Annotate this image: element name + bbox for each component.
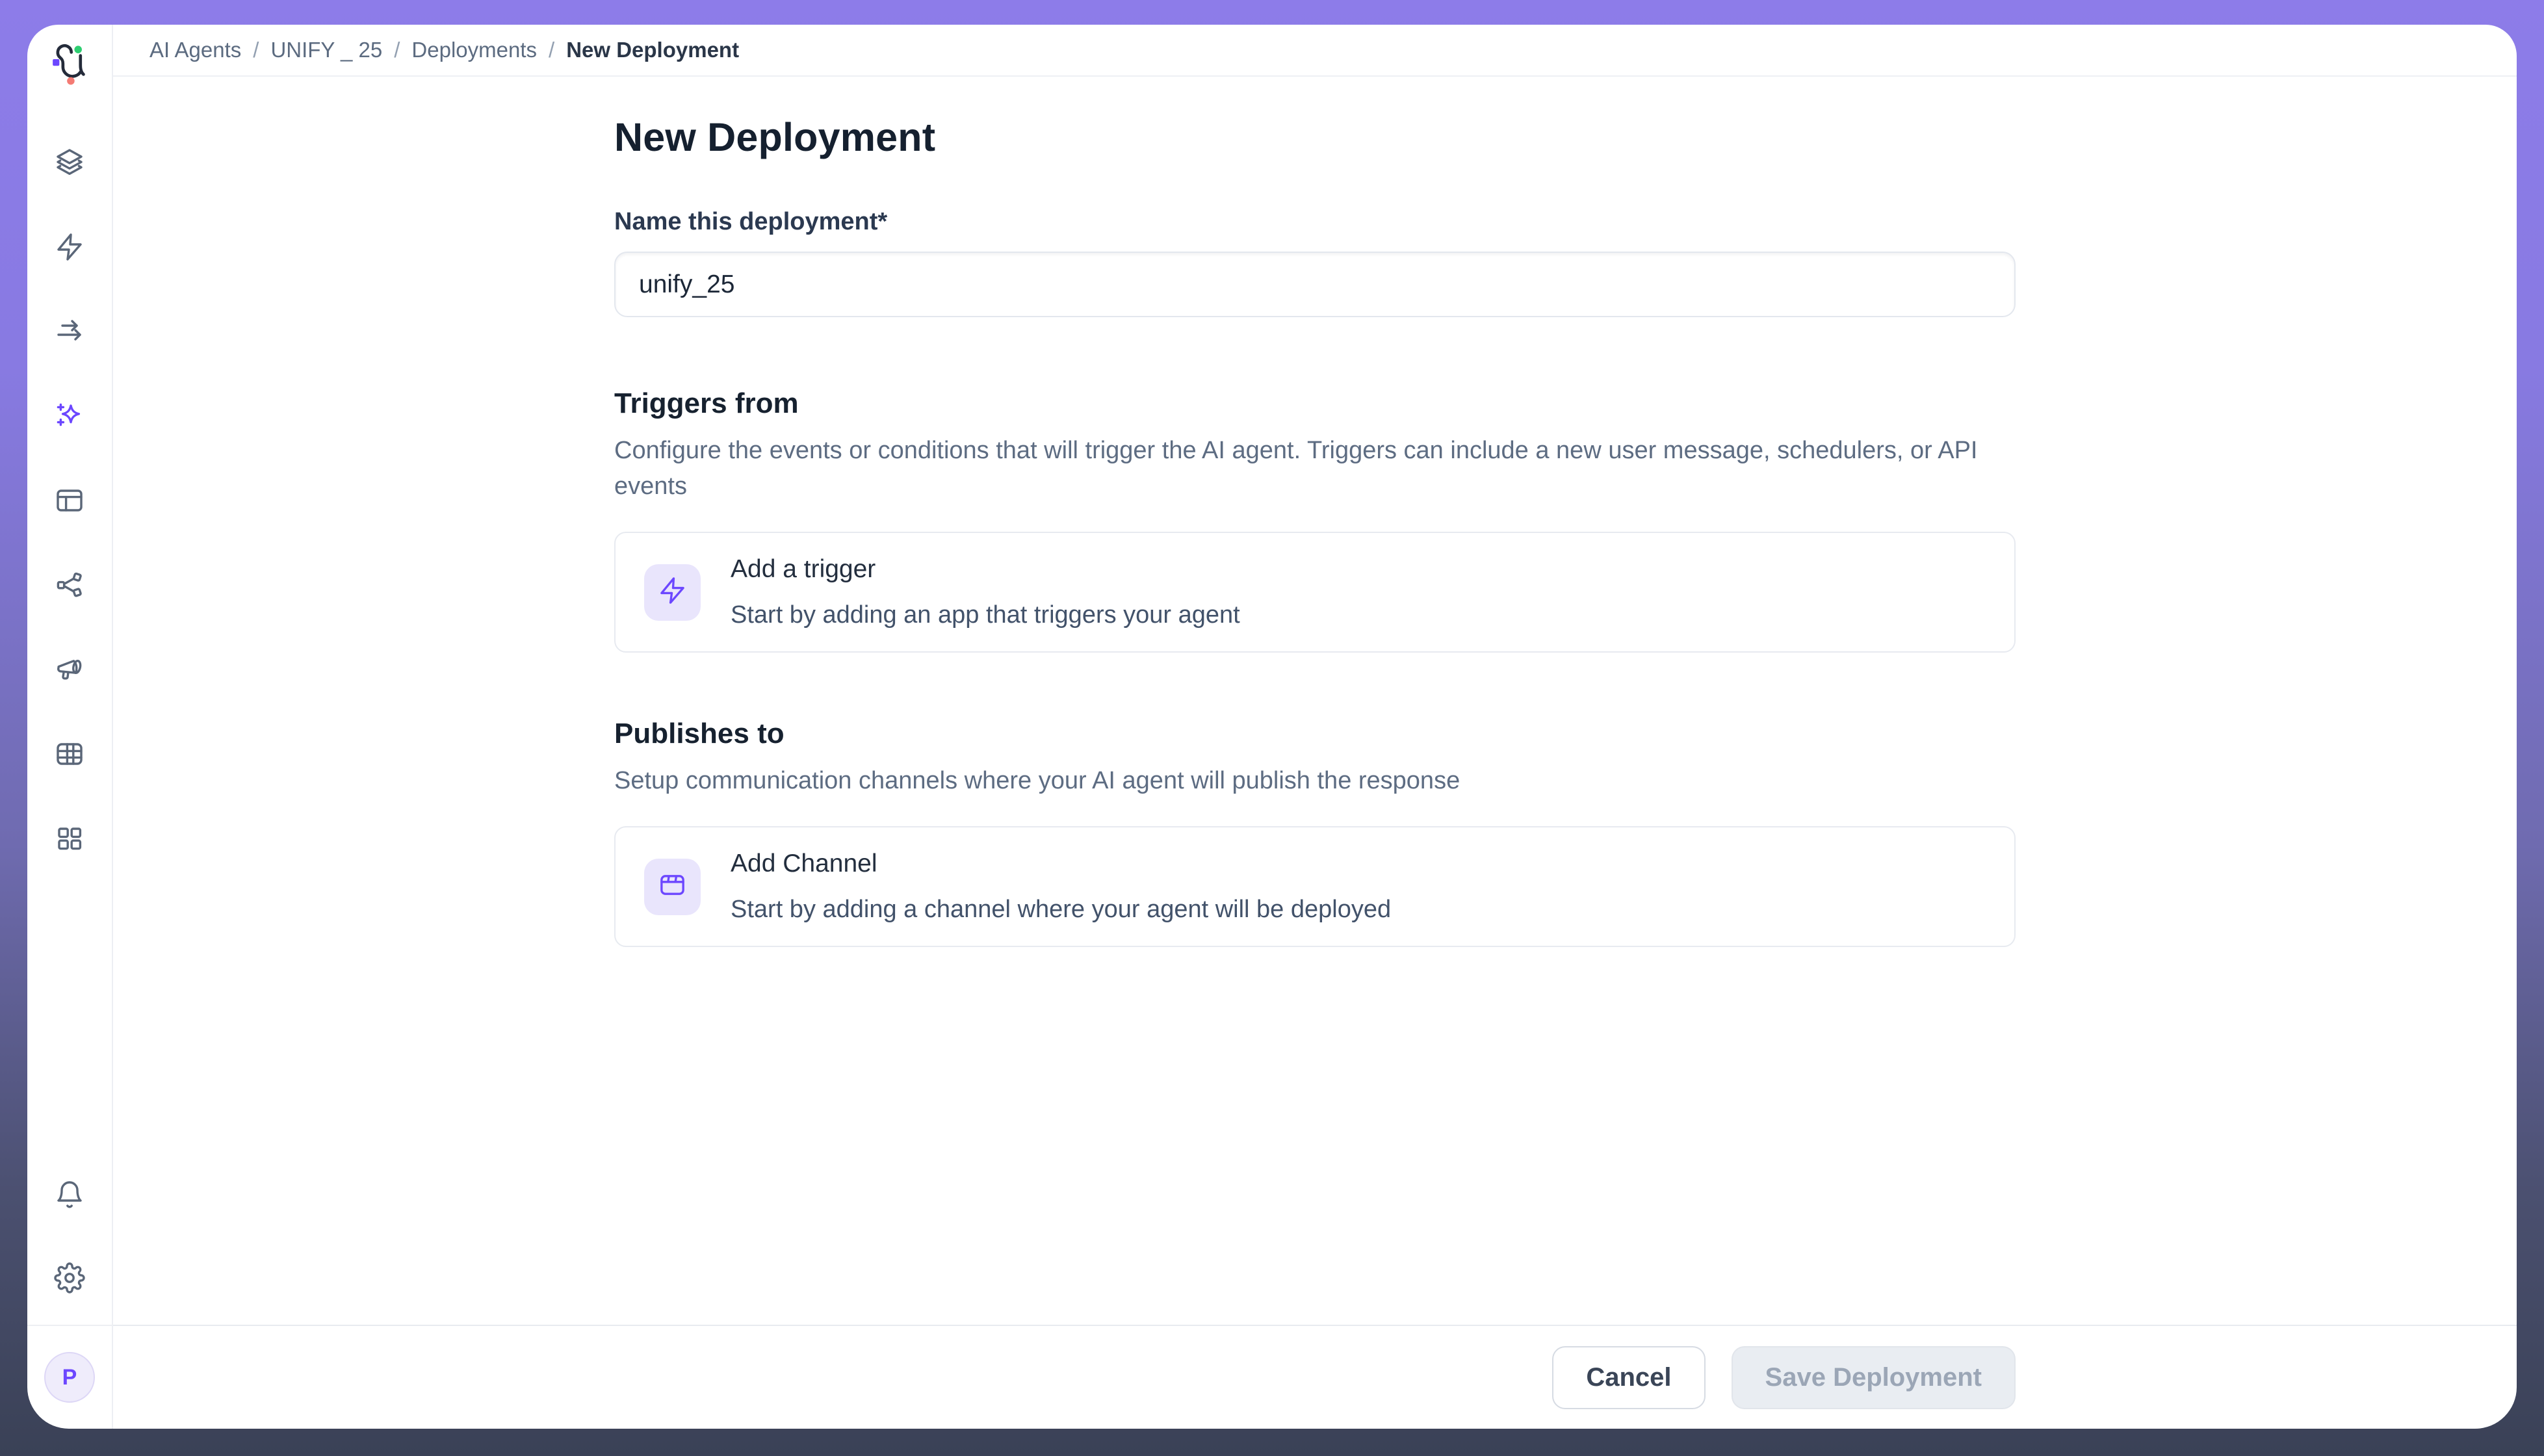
triggers-section-title: Triggers from (614, 387, 2016, 420)
sidebar-footer: P (27, 1325, 112, 1429)
sidebar-item-apps[interactable] (54, 824, 85, 855)
channel-icon-tile (644, 859, 701, 915)
browser-window-icon (657, 870, 688, 904)
add-trigger-title: Add a trigger (731, 555, 1240, 584)
sidebar-item-integrations[interactable] (54, 571, 85, 602)
breadcrumb-separator: / (394, 38, 400, 62)
sidebar-item-actions[interactable] (54, 233, 85, 264)
add-channel-subtitle: Start by adding a channel where your age… (731, 896, 1391, 924)
sidebar-item-flows[interactable] (54, 317, 85, 348)
triggers-section-description: Configure the events or conditions that … (614, 433, 2008, 504)
add-channel-card[interactable]: Add Channel Start by adding a channel wh… (614, 826, 2016, 947)
unify-logo[interactable] (48, 43, 91, 86)
sidebar-item-layers[interactable] (54, 148, 85, 179)
avatar-initial: P (62, 1365, 77, 1390)
page-title: New Deployment (614, 114, 2016, 160)
sidebar-item-campaigns[interactable] (54, 655, 85, 686)
cancel-button[interactable]: Cancel (1552, 1346, 1705, 1409)
bell-icon (54, 1179, 85, 1214)
trigger-icon-tile (644, 564, 701, 621)
deployment-name-input[interactable] (614, 252, 2016, 317)
add-channel-title: Add Channel (731, 850, 1391, 878)
breadcrumb-current-page: New Deployment (566, 38, 739, 62)
breadcrumb-separator: / (549, 38, 554, 62)
panel-icon (54, 485, 85, 519)
breadcrumb-ai-agents[interactable]: AI Agents (149, 38, 241, 62)
add-trigger-card[interactable]: Add a trigger Start by adding an app tha… (614, 532, 2016, 653)
user-avatar[interactable]: P (44, 1352, 95, 1403)
double-arrow-right-icon (54, 316, 85, 350)
sidebar-item-ai-agents[interactable] (54, 402, 85, 433)
grid-icon (54, 823, 85, 857)
sidebar-item-tables[interactable] (54, 740, 85, 771)
share-nodes-icon (54, 569, 85, 604)
deployment-name-label: Name this deployment* (614, 208, 2016, 236)
zap-icon (657, 575, 688, 609)
breadcrumb-deployments[interactable]: Deployments (411, 38, 537, 62)
zap-icon (54, 231, 85, 266)
sidebar-nav (54, 148, 85, 855)
breadcrumb: AI Agents / UNIFY _ 25 / Deployments / N… (113, 25, 2517, 77)
notifications-button[interactable] (54, 1180, 85, 1212)
sidebar-bottom (54, 1180, 85, 1295)
gear-icon (54, 1262, 85, 1297)
triggers-section: Triggers from Configure the events or co… (614, 387, 2016, 653)
sidebar: P (27, 25, 113, 1429)
sparkles-icon (54, 400, 85, 435)
main-area: AI Agents / UNIFY _ 25 / Deployments / N… (113, 25, 2517, 1429)
content-area: New Deployment Name this deployment* Tri… (113, 77, 2517, 1325)
breadcrumb-unify-25[interactable]: UNIFY _ 25 (270, 38, 382, 62)
table-icon (54, 738, 85, 773)
save-deployment-button[interactable]: Save Deployment (1732, 1346, 2016, 1409)
publishes-section-title: Publishes to (614, 718, 2016, 750)
breadcrumb-separator: / (253, 38, 259, 62)
layers-icon (54, 147, 85, 181)
sidebar-item-pages[interactable] (54, 486, 85, 517)
publishes-section-description: Setup communication channels where your … (614, 763, 2008, 799)
footer-bar: Cancel Save Deployment (113, 1325, 2517, 1429)
settings-button[interactable] (54, 1264, 85, 1295)
megaphone-icon (54, 654, 85, 688)
app-window: P AI Agents / UNIFY _ 25 / Deployments /… (27, 25, 2517, 1429)
publishes-section: Publishes to Setup communication channel… (614, 718, 2016, 947)
add-trigger-subtitle: Start by adding an app that triggers you… (731, 601, 1240, 629)
